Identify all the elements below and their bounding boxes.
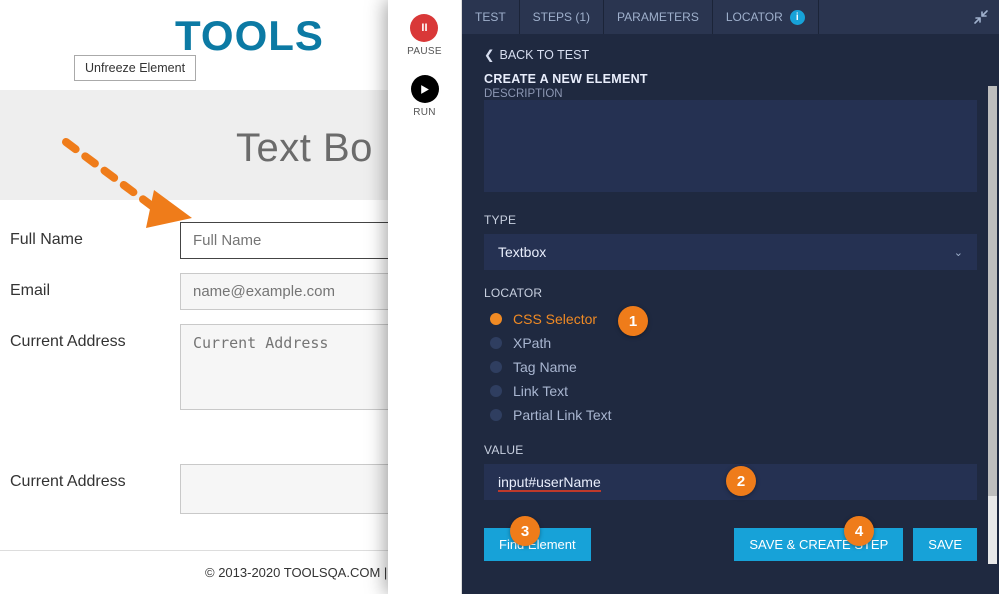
tab-steps[interactable]: STEPS (1) <box>520 0 604 34</box>
description-input[interactable] <box>484 100 977 192</box>
bottom-buttons: Find Element SAVE & CREATE STEP SAVE <box>484 528 977 561</box>
chevron-down-icon: ⌄ <box>954 246 963 259</box>
locator-label: LOCATOR <box>484 286 977 300</box>
sidebar: II PAUSE RUN <box>388 0 462 594</box>
main-panel: TEST STEPS (1) PARAMETERS LOCATOR i ❮ BA… <box>462 0 999 594</box>
tab-test[interactable]: TEST <box>462 0 520 34</box>
create-element-title: CREATE A NEW ELEMENT <box>484 72 977 86</box>
tab-parameters[interactable]: PARAMETERS <box>604 0 713 34</box>
locator-tag-name[interactable]: Tag Name <box>490 355 977 379</box>
locator-partial-link-text[interactable]: Partial Link Text <box>490 403 977 427</box>
pause-button[interactable]: II PAUSE <box>407 14 442 57</box>
current-address-label: Current Address <box>10 324 180 351</box>
radio-label: Partial Link Text <box>513 407 612 423</box>
pause-label: PAUSE <box>407 46 442 57</box>
tab-bar: TEST STEPS (1) PARAMETERS LOCATOR i <box>462 0 999 34</box>
value-text: input#userName <box>498 474 601 492</box>
value-input[interactable]: input#userName <box>484 464 977 500</box>
radio-icon <box>490 385 502 397</box>
info-icon: i <box>790 10 805 25</box>
find-element-button[interactable]: Find Element <box>484 528 591 561</box>
email-label: Email <box>10 273 180 300</box>
radio-label: Tag Name <box>513 359 577 375</box>
radio-icon <box>490 361 502 373</box>
page-title: Text Bo <box>236 126 373 171</box>
locator-css-selector[interactable]: CSS Selector <box>490 307 977 331</box>
tab-locator-label: LOCATOR <box>726 10 783 24</box>
type-value: Textbox <box>498 244 546 260</box>
logo: TOOLS <box>175 12 324 60</box>
current-address2-label: Current Address <box>10 464 180 491</box>
play-icon <box>411 75 439 103</box>
radio-label: Link Text <box>513 383 568 399</box>
radio-icon <box>490 313 502 325</box>
locator-link-text[interactable]: Link Text <box>490 379 977 403</box>
value-label: VALUE <box>484 443 977 457</box>
radio-label: XPath <box>513 335 551 351</box>
run-button[interactable]: RUN <box>411 75 439 118</box>
pause-icon: II <box>410 14 438 42</box>
scrollbar-thumb[interactable] <box>988 86 997 496</box>
back-label: BACK TO TEST <box>499 48 589 62</box>
run-label: RUN <box>413 107 436 118</box>
radio-label: CSS Selector <box>513 311 597 327</box>
save-button[interactable]: SAVE <box>913 528 977 561</box>
full-name-label: Full Name <box>10 222 180 249</box>
unfreeze-element-button[interactable]: Unfreeze Element <box>74 55 196 81</box>
save-create-step-button[interactable]: SAVE & CREATE STEP <box>734 528 903 561</box>
radio-icon <box>490 409 502 421</box>
description-label: DESCRIPTION <box>484 88 977 100</box>
recorder-overlay: II PAUSE RUN TEST STEPS (1) PARAMETERS L… <box>388 0 999 594</box>
locator-xpath[interactable]: XPath <box>490 331 977 355</box>
type-label: TYPE <box>484 213 977 227</box>
radio-icon <box>490 337 502 349</box>
chevron-left-icon: ❮ <box>484 47 494 62</box>
panel-body: ❮ BACK TO TEST CREATE A NEW ELEMENT DESC… <box>462 34 999 594</box>
scrollbar[interactable] <box>988 86 997 564</box>
locator-radio-list: CSS Selector XPath Tag Name Link Text Pa… <box>490 307 977 427</box>
collapse-button[interactable] <box>963 0 999 34</box>
tab-locator[interactable]: LOCATOR i <box>713 0 819 34</box>
type-select[interactable]: Textbox ⌄ <box>484 234 977 270</box>
back-to-test-link[interactable]: ❮ BACK TO TEST <box>484 47 589 62</box>
